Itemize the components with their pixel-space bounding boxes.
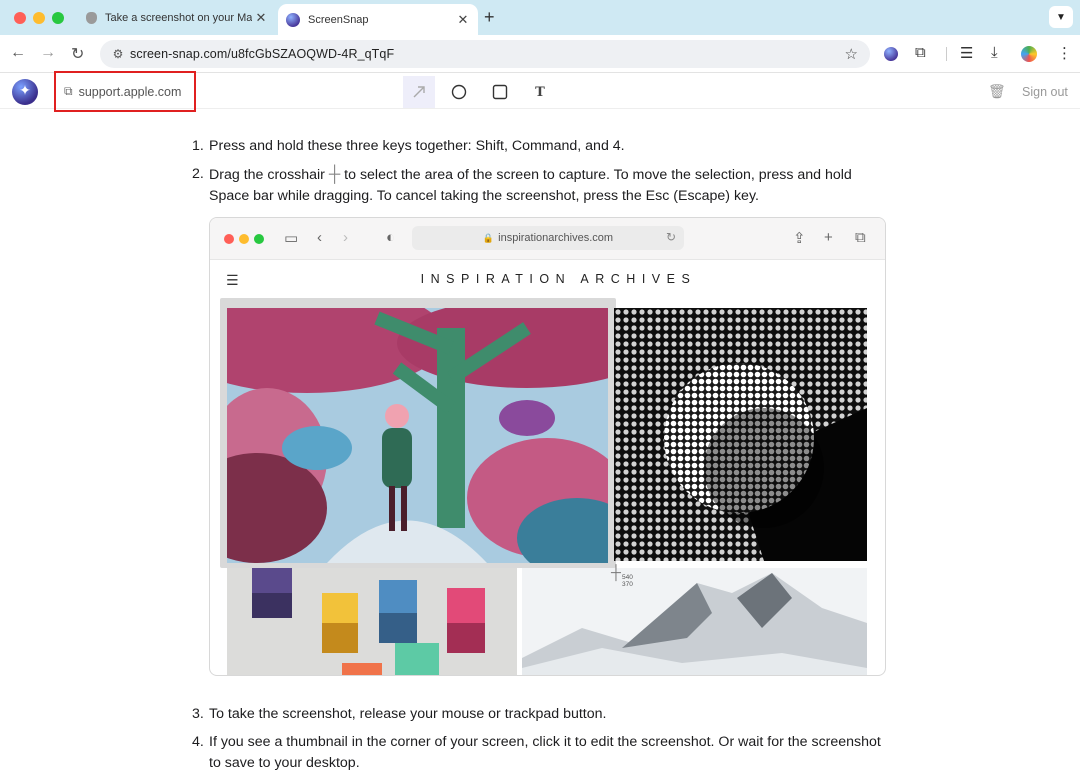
browser-tab-strip: Take a screenshot on your Mac ✕ ScreenSn…: [0, 0, 1080, 35]
steps-list-bottom: 3. To take the screenshot, release your …: [192, 704, 892, 781]
list-item: 2. Drag the crosshair ┼ to select the ar…: [192, 165, 852, 205]
tab-search-chevron-icon[interactable]: ▼: [1049, 6, 1073, 28]
rectangle-tool-button[interactable]: [484, 76, 516, 108]
app-header: ✦ ⧉ support.apple.com T 🗑 Sign out: [0, 71, 1080, 112]
forward-arrow-icon[interactable]: →: [40, 44, 56, 62]
arrow-tool-button[interactable]: [403, 76, 435, 108]
reload-icon[interactable]: ↻: [71, 44, 84, 64]
list-item: 1. Press and hold these three keys toget…: [192, 138, 625, 154]
back-chevron-icon: ‹: [317, 229, 322, 246]
text-tool-button[interactable]: T: [524, 76, 556, 108]
close-tab-icon[interactable]: ✕: [252, 10, 270, 26]
back-arrow-icon[interactable]: ←: [10, 44, 26, 62]
mountains-image: [522, 568, 867, 675]
new-tab-plus-icon[interactable]: +: [484, 7, 495, 28]
address-bar-url: screen-snap.com/u8fcGbSZAOQWD-4R_qTqF: [130, 47, 395, 61]
reading-list-icon[interactable]: ☰: [960, 44, 973, 62]
tab-title: ScreenSnap: [308, 13, 369, 26]
safari-reload-icon: ↻: [665, 230, 676, 244]
profile-avatar[interactable]: [1021, 46, 1037, 62]
safari-address-bar: 🔒 inspirationarchives.com ↻: [412, 226, 684, 250]
tab-title: Take a screenshot on your Mac: [105, 12, 252, 24]
browser-toolbar: ← → ↻ ⚙ screen-snap.com/u8fcGbSZAOQWD-4R…: [0, 35, 1080, 73]
rectangle-icon: [492, 84, 508, 100]
tab-apple-support[interactable]: Take a screenshot on your Mac ✕: [78, 4, 276, 32]
list-item: 3. To take the screenshot, release your …: [192, 706, 607, 722]
lock-icon: 🔒: [482, 232, 495, 243]
steps-list-top: 1. Press and hold these three keys toget…: [192, 136, 892, 214]
close-tab-icon[interactable]: ✕: [454, 12, 472, 28]
circle-icon: [451, 84, 467, 100]
address-bar[interactable]: ⚙ screen-snap.com/u8fcGbSZAOQWD-4R_qTqF …: [100, 40, 870, 68]
download-icon[interactable]: ⤓: [991, 44, 998, 61]
privacy-shield-icon: ◐: [386, 229, 396, 246]
zoom-window-button[interactable]: [52, 12, 64, 24]
tab-overview-icon: ⧉: [855, 229, 866, 246]
screensnap-favicon-icon: [286, 12, 300, 27]
bookmark-star-icon[interactable]: ☆: [845, 45, 858, 63]
dotted-sphere-image: [614, 308, 867, 561]
close-window-button[interactable]: [14, 12, 26, 24]
source-link[interactable]: ⧉ support.apple.com: [54, 71, 196, 112]
forward-chevron-icon: ›: [343, 229, 348, 246]
crosshair-icon: ┼: [328, 165, 341, 183]
menu-kebab-icon[interactable]: ⋮: [1057, 44, 1072, 62]
toolbar-divider: [946, 47, 947, 61]
trash-icon[interactable]: 🗑: [988, 83, 1006, 100]
safari-zoom-dot: [254, 234, 264, 244]
site-settings-icon[interactable]: ⚙: [106, 47, 130, 61]
arrow-icon: [413, 86, 425, 98]
sign-out-link[interactable]: Sign out: [1022, 85, 1068, 99]
safari-minimize-dot: [239, 234, 249, 244]
source-link-label: support.apple.com: [78, 84, 182, 99]
minimize-window-button[interactable]: [33, 12, 45, 24]
screensnap-logo[interactable]: ✦: [12, 79, 38, 105]
apple-icon: [86, 12, 97, 24]
share-icon: ⇪: [793, 230, 806, 247]
sparkle-icon: ✦: [19, 82, 31, 98]
sidebar-icon: ▭: [284, 230, 299, 247]
safari-toolbar: ▭ ‹ › ◐ 🔒 inspirationarchives.com ↻ ⇪ + …: [210, 218, 885, 260]
safari-close-dot: [224, 234, 234, 244]
capture-crosshair-icon: ┼: [611, 564, 621, 580]
screensnap-extension-icon[interactable]: [884, 47, 898, 61]
cubes-image: [227, 568, 517, 675]
site-title: INSPIRATION ARCHIVES: [420, 272, 697, 286]
embedded-screenshot: ▭ ‹ › ◐ 🔒 inspirationarchives.com ↻ ⇪ + …: [209, 217, 886, 676]
tab-screensnap[interactable]: ScreenSnap ✕: [278, 4, 478, 35]
list-item: 4. If you see a thumbnail in the corner …: [192, 733, 881, 772]
forest-illustration: [227, 308, 608, 563]
add-tab-icon: +: [824, 229, 833, 246]
external-link-icon: ⧉: [64, 84, 73, 98]
crosshair-coordinates: 540 370: [622, 574, 633, 588]
extensions-puzzle-icon[interactable]: ⧉: [915, 44, 926, 61]
circle-tool-button[interactable]: [443, 76, 475, 108]
